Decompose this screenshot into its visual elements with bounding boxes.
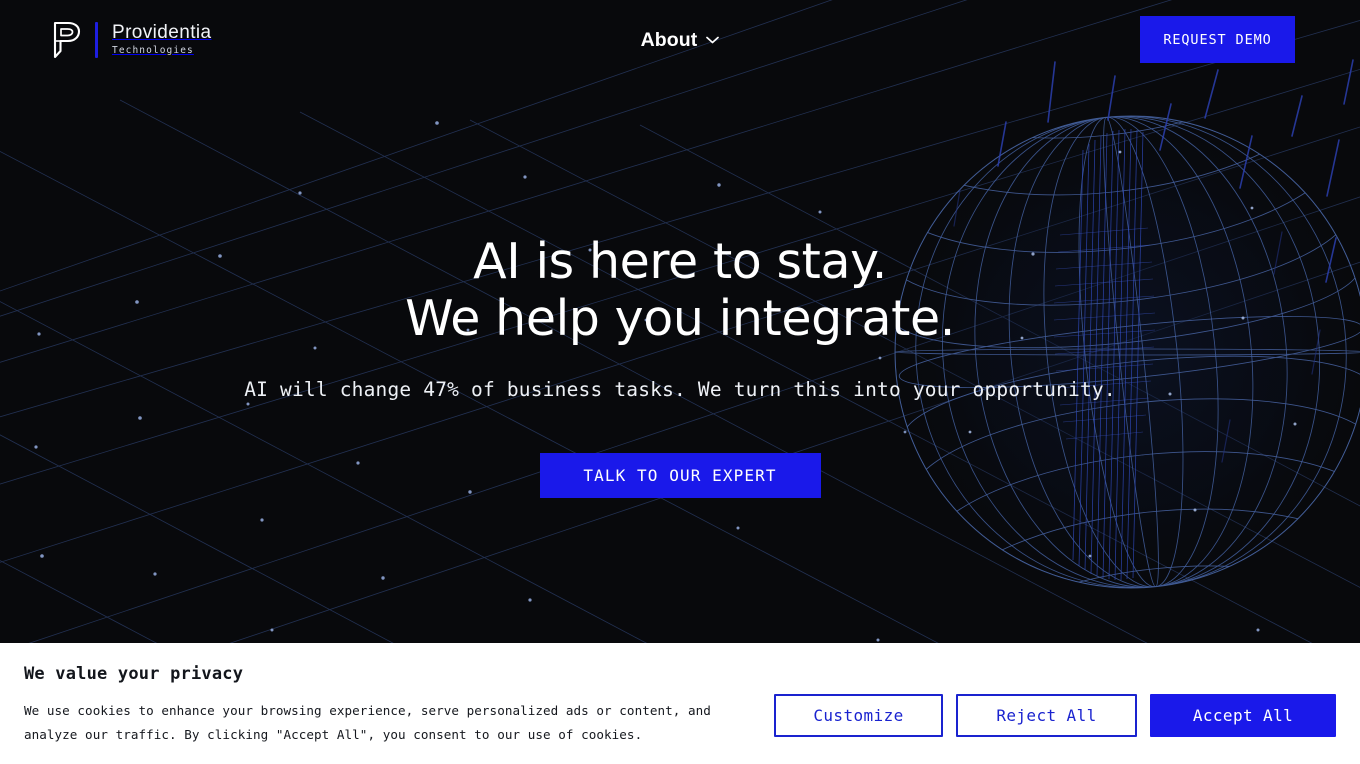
talk-to-expert-button[interactable]: TALK TO OUR EXPERT <box>539 453 821 498</box>
reject-all-cookies-button[interactable]: Reject All <box>956 694 1137 737</box>
cookie-consent-banner: We value your privacy We use cookies to … <box>0 643 1360 764</box>
site-header: Providentia Technologies About REQUEST D… <box>0 0 1360 80</box>
hero-section: AI is here to stay. We help you integrat… <box>0 0 1360 643</box>
cookie-banner-text: We value your privacy We use cookies to … <box>24 661 774 747</box>
cookie-banner-title: We value your privacy <box>24 663 244 684</box>
logo-divider <box>95 22 98 58</box>
logo-text: Providentia Technologies <box>112 22 211 58</box>
wireframe-globe-icon <box>895 116 1360 588</box>
hero-subtitle: AI will change 47% of business tasks. We… <box>244 378 1116 401</box>
grid-node-dots <box>34 121 1260 642</box>
hero-title-line-1: AI is here to stay. <box>473 233 887 290</box>
logo-name: Providentia <box>112 22 212 43</box>
nav-item-about-label: About <box>640 28 698 51</box>
logo[interactable]: Providentia Technologies <box>52 18 211 62</box>
hero-title-line-2: We help you integrate. <box>405 290 955 347</box>
accept-all-cookies-button[interactable]: Accept All <box>1150 694 1336 737</box>
request-demo-button[interactable]: REQUEST DEMO <box>1140 16 1295 63</box>
hero-title: AI is here to stay. We help you integrat… <box>0 233 1360 347</box>
data-streak-lines <box>997 59 1354 283</box>
cookie-banner-body: We use cookies to enhance your browsing … <box>24 702 711 742</box>
providentia-p-monogram-icon <box>53 21 81 59</box>
cookie-banner-actions: Customize Reject All Accept All <box>774 670 1336 737</box>
nav-item-about[interactable]: About <box>641 29 720 52</box>
chevron-down-icon <box>706 36 720 44</box>
logo-subtitle: Technologies <box>112 45 194 56</box>
page-root: Providentia Technologies About REQUEST D… <box>0 0 1360 764</box>
customize-cookies-button[interactable]: Customize <box>774 694 943 737</box>
